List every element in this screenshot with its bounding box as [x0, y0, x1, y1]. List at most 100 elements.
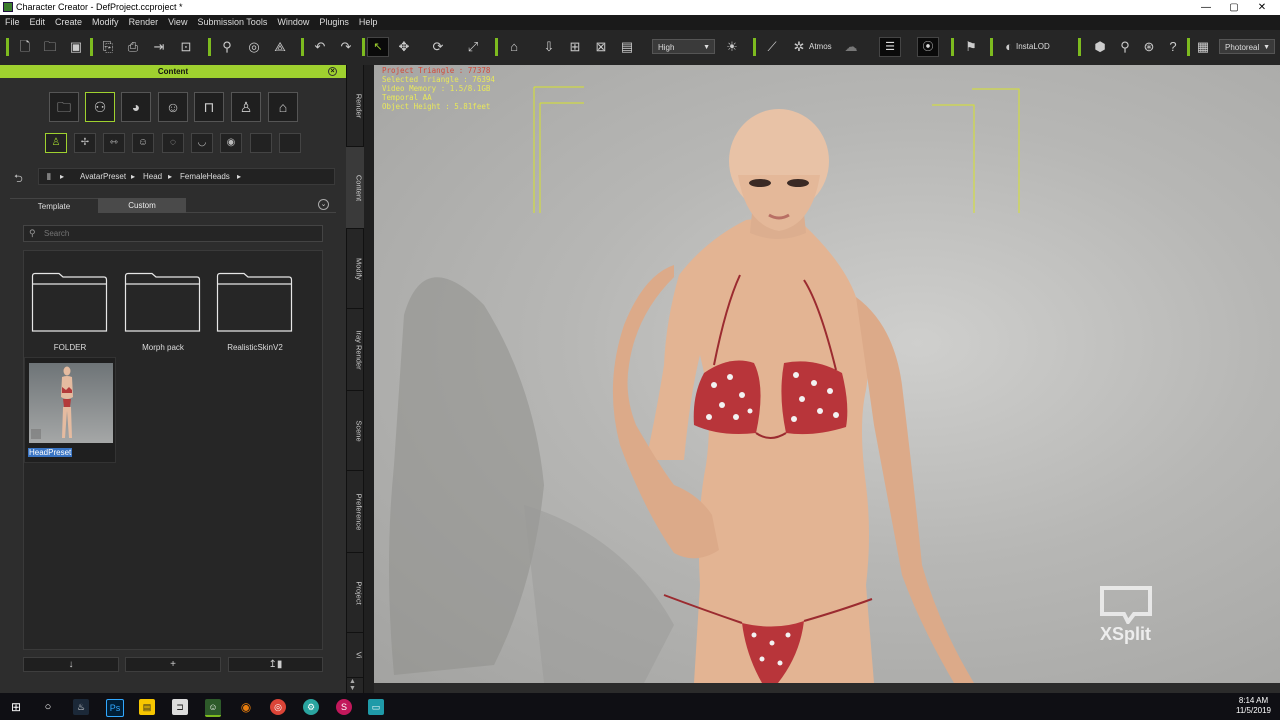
home-view-icon[interactable]: ⌂: [506, 39, 522, 55]
menu-view[interactable]: View: [163, 15, 192, 30]
sub-empty-slot[interactable]: [279, 133, 301, 153]
monitor-icon[interactable]: ▭: [368, 699, 384, 715]
render-icon[interactable]: ▦: [1195, 39, 1211, 55]
library-icon[interactable]: ⫴: [47, 172, 51, 183]
search-input[interactable]: [44, 227, 314, 240]
menu-edit[interactable]: Edit: [25, 15, 51, 30]
system-clock[interactable]: 8:14 AM 11/5/2019: [1236, 696, 1271, 716]
sticky-notes-icon[interactable]: ▤: [139, 699, 155, 715]
breadcrumb-item[interactable]: FemaleHeads: [180, 172, 230, 181]
folder-icon[interactable]: [124, 272, 201, 332]
atmosphere-icon[interactable]: ✲: [791, 39, 807, 55]
shadow-icon[interactable]: ☁: [843, 39, 859, 55]
preset-label[interactable]: HeadPreset: [28, 448, 73, 457]
menu-window[interactable]: Window: [272, 15, 314, 30]
open-folder-icon[interactable]: 🗀: [42, 39, 58, 55]
wireframe-icon[interactable]: ⟋: [764, 39, 780, 55]
photoshop-icon[interactable]: Ps: [106, 699, 124, 717]
folder-label[interactable]: RealisticSkinV2: [209, 343, 301, 352]
side-tab-modify[interactable]: Modify: [346, 229, 364, 309]
side-tab-iray-render[interactable]: Iray Render: [346, 309, 364, 391]
side-tab-render[interactable]: Render: [346, 65, 364, 147]
category-pose-icon[interactable]: ♙: [231, 92, 261, 122]
reallusion-icon[interactable]: ⊛: [1141, 39, 1157, 55]
rig-icon[interactable]: ⟁: [272, 39, 288, 55]
settings-panel-icon[interactable]: ☰: [879, 37, 901, 57]
menu-render[interactable]: Render: [124, 15, 164, 30]
new-file-icon[interactable]: 🗋: [17, 39, 33, 55]
search-field[interactable]: ⚲: [23, 225, 323, 242]
minimize-button[interactable]: —: [1192, 0, 1220, 15]
light-icon[interactable]: ☀: [724, 39, 740, 55]
app-icon[interactable]: ⊐: [172, 699, 188, 715]
side-tab-visual[interactable]: Vi: [346, 633, 364, 678]
category-folder-icon[interactable]: 🗀: [49, 92, 79, 122]
category-material-icon[interactable]: ◕: [121, 92, 151, 122]
redo-icon[interactable]: ↷: [338, 39, 354, 55]
category-head-icon[interactable]: ☺: [158, 92, 188, 122]
render-mode-select[interactable]: Photoreal ▼: [1219, 39, 1275, 54]
apply-button[interactable]: ↥▮: [228, 657, 323, 672]
tab-custom[interactable]: Custom: [98, 198, 186, 213]
undo-icon[interactable]: ↶: [312, 39, 328, 55]
frame-icon[interactable]: ⊞: [567, 39, 583, 55]
steam-icon[interactable]: ♨: [73, 699, 89, 715]
breadcrumb-item[interactable]: AvatarPreset: [80, 172, 126, 181]
close-button[interactable]: ✕: [1248, 0, 1276, 15]
sub-avatar-icon[interactable]: ♙: [45, 133, 67, 153]
download-button[interactable]: ↓: [23, 657, 119, 672]
help-icon[interactable]: ?: [1165, 39, 1181, 55]
maximize-button[interactable]: ▢: [1220, 0, 1248, 15]
folder-icon[interactable]: [216, 272, 293, 332]
folder-label[interactable]: FOLDER: [24, 343, 116, 352]
sub-hair-icon[interactable]: ◌: [162, 133, 184, 153]
search-taskbar-icon[interactable]: ○: [40, 699, 56, 715]
panel-close-icon[interactable]: ×: [328, 67, 337, 76]
character-creator-icon[interactable]: ☺: [205, 699, 221, 717]
instalod-icon[interactable]: ◐: [1001, 39, 1017, 55]
save-icon[interactable]: ▣: [68, 39, 84, 55]
inspect-icon[interactable]: ⚲: [1117, 39, 1133, 55]
import-icon[interactable]: ⎘: [100, 39, 116, 55]
display-mode-icon[interactable]: ▤: [619, 39, 635, 55]
side-tab-scene[interactable]: Scene: [346, 391, 364, 471]
menu-submission-tools[interactable]: Submission Tools: [192, 15, 272, 30]
sub-mouth-icon[interactable]: ◡: [191, 133, 213, 153]
folder-label[interactable]: Morph pack: [117, 343, 209, 352]
chrome-icon[interactable]: ◎: [270, 699, 286, 715]
category-avatar-icon[interactable]: ⚇: [85, 92, 115, 122]
windows-start-icon[interactable]: ⊞: [8, 699, 24, 715]
zoom-extents-icon[interactable]: ⊠: [593, 39, 609, 55]
menu-file[interactable]: File: [0, 15, 25, 30]
menu-help[interactable]: Help: [354, 15, 383, 30]
blender-icon[interactable]: ◉: [238, 699, 254, 715]
sub-head-icon[interactable]: ☺: [132, 133, 154, 153]
panel-splitter[interactable]: [364, 65, 374, 693]
menu-plugins[interactable]: Plugins: [314, 15, 354, 30]
export-icon[interactable]: ⎙: [125, 39, 141, 55]
character-icon[interactable]: ⚑: [963, 39, 979, 55]
morph-icon[interactable]: ◎: [246, 39, 262, 55]
breadcrumb-item[interactable]: Head: [143, 172, 162, 181]
sub-eye-icon[interactable]: ◉: [220, 133, 242, 153]
sub-body-icon[interactable]: ✢: [74, 133, 96, 153]
instalod-label[interactable]: InstaLOD: [1016, 42, 1050, 51]
quality-select[interactable]: High ▼: [652, 39, 715, 54]
atmosphere-label[interactable]: Atmos: [809, 42, 832, 51]
screenshot-icon[interactable]: ⊡: [178, 39, 194, 55]
side-tab-preference[interactable]: Preference: [346, 471, 364, 553]
fit-view-icon[interactable]: ⇩: [541, 39, 557, 55]
select-tool-icon[interactable]: ↖: [367, 37, 389, 57]
menu-modify[interactable]: Modify: [87, 15, 124, 30]
menu-create[interactable]: Create: [50, 15, 87, 30]
side-tab-content[interactable]: Content: [346, 147, 364, 229]
category-stage-icon[interactable]: ⌂: [268, 92, 298, 122]
back-icon[interactable]: ⮌: [14, 170, 23, 189]
sub-empty-slot[interactable]: [250, 133, 272, 153]
sub-morph-icon[interactable]: ⇿: [103, 133, 125, 153]
cloud-icon[interactable]: ⬢: [1092, 39, 1108, 55]
pose-icon[interactable]: ⚲: [219, 39, 235, 55]
tab-template[interactable]: Template: [10, 198, 98, 214]
move-tool-icon[interactable]: ✥: [396, 39, 412, 55]
app-s-icon[interactable]: S: [336, 699, 352, 715]
